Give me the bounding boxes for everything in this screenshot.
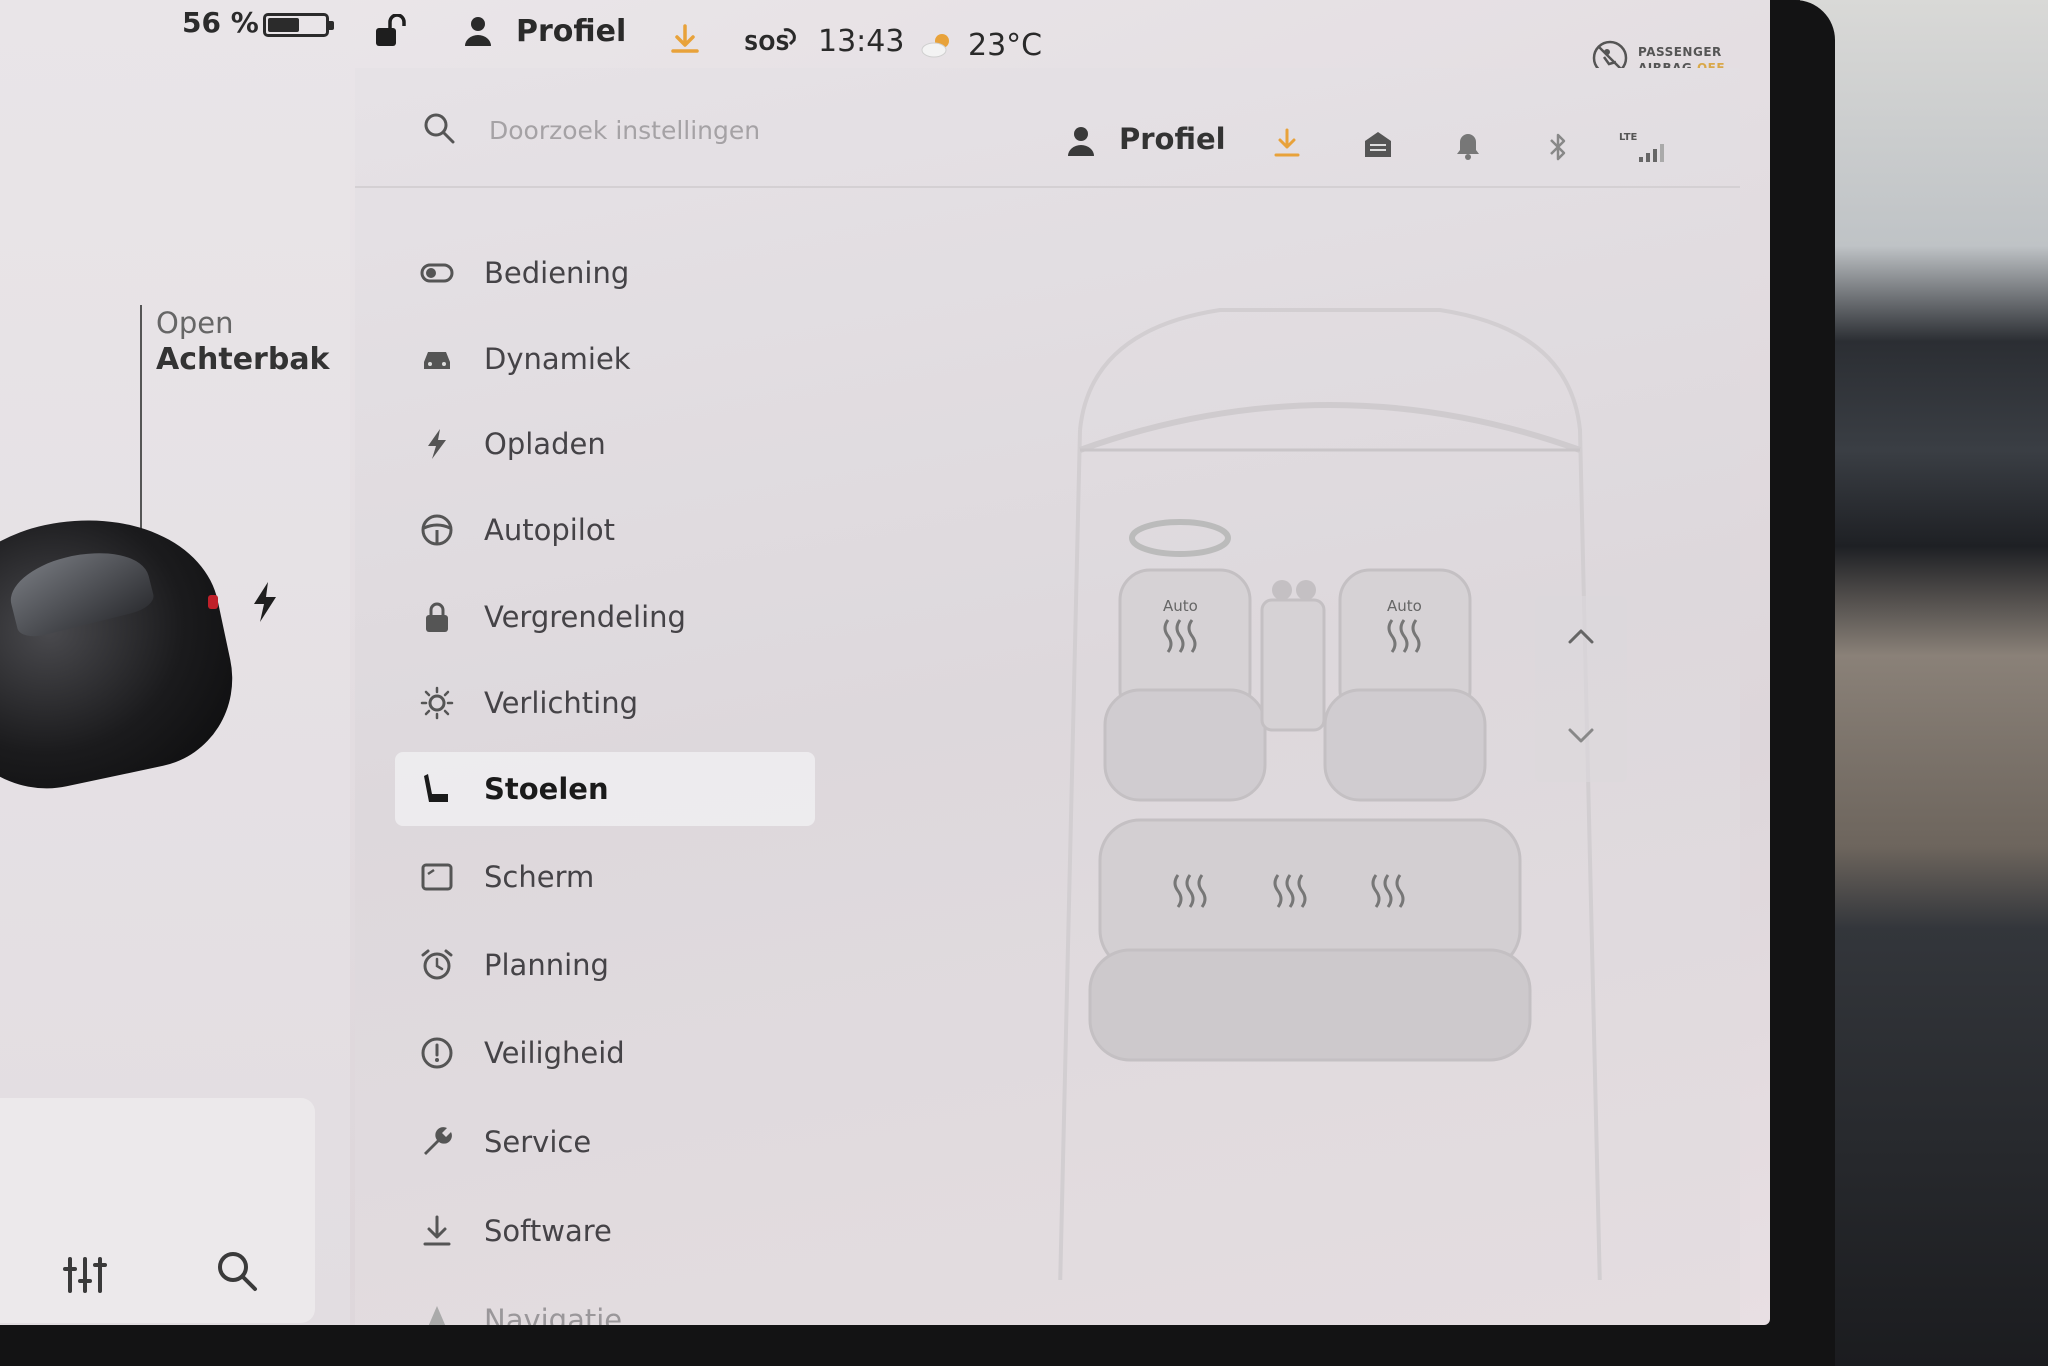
toggle-icon: [420, 263, 454, 283]
profile-label[interactable]: Profiel: [1119, 122, 1226, 156]
controls-icon[interactable]: [62, 1255, 108, 1295]
trunk-indicator-line: [140, 305, 142, 530]
menu-item-bediening[interactable]: Bediening: [420, 236, 840, 310]
garage-icon[interactable]: [1363, 130, 1393, 158]
display-icon: [421, 863, 453, 891]
clock: 13:43: [818, 24, 905, 59]
navigation-icon: [428, 1306, 446, 1325]
trunk-open-label[interactable]: Open: [156, 306, 233, 340]
scroll-controls: [1535, 596, 1627, 782]
download-icon[interactable]: [1273, 128, 1301, 158]
car-interior-background: [1800, 0, 2048, 1366]
menu-item-software[interactable]: Software: [420, 1194, 840, 1268]
front-left-seat-auto-label: Auto: [1163, 597, 1198, 615]
profile-icon[interactable]: [464, 16, 492, 46]
battery-percent: 56 %: [182, 6, 259, 39]
settings-search-input[interactable]: [489, 110, 1009, 150]
svg-text:SOS: SOS: [744, 31, 790, 55]
menu-item-planning[interactable]: Planning: [420, 928, 840, 1002]
front-right-seat-auto-label: Auto: [1387, 597, 1422, 615]
menu-item-veiligheid[interactable]: Veiligheid: [420, 1016, 840, 1090]
vehicle-panel: 56 % Open Achterbak: [0, 0, 350, 1325]
menu-item-stoelen[interactable]: Stoelen: [395, 752, 815, 826]
search-icon[interactable]: [216, 1250, 258, 1292]
car-icon: [424, 352, 450, 369]
settings-header: Profiel LTE: [355, 68, 1740, 188]
alarm-clock-icon: [421, 949, 453, 980]
battery-icon: [263, 13, 334, 37]
sun-icon: [420, 686, 454, 720]
charge-port-icon[interactable]: [252, 582, 278, 622]
menu-item-navigatie[interactable]: Navigatie: [420, 1283, 840, 1325]
menu-item-service[interactable]: Service: [420, 1105, 840, 1179]
battery-level-fill: [268, 18, 299, 32]
car-image: [0, 493, 249, 807]
car-taillight: [208, 595, 218, 609]
menu-item-vergrendeling[interactable]: Vergrendeling: [420, 580, 840, 654]
sos-icon[interactable]: SOS: [744, 24, 800, 56]
seat-icon: [424, 774, 448, 802]
chevron-up-icon[interactable]: [1566, 626, 1596, 646]
steering-wheel-icon: [421, 514, 453, 546]
menu-item-scherm[interactable]: Scherm: [420, 840, 840, 914]
menu-item-dynamiek[interactable]: Dynamiek: [420, 322, 840, 396]
lightning-icon: [428, 429, 446, 459]
touchscreen: 56 % Open Achterbak Profiel SOS 13:43 23…: [0, 0, 1770, 1325]
chevron-down-icon[interactable]: [1566, 726, 1596, 746]
partly-cloudy-icon: [921, 34, 949, 58]
trunk-label[interactable]: Achterbak: [156, 342, 330, 377]
search-icon[interactable]: [423, 112, 455, 144]
lte-signal-icon: LTE: [1619, 132, 1669, 164]
rear-bench-seat[interactable]: [1088, 818, 1532, 1062]
bell-icon[interactable]: [1455, 132, 1481, 160]
download-icon: [423, 1215, 451, 1246]
menu-item-verlichting[interactable]: Verlichting: [420, 666, 840, 740]
profile-label[interactable]: Profiel: [516, 14, 626, 49]
menu-item-opladen[interactable]: Opladen: [420, 407, 840, 481]
menu-item-autopilot[interactable]: Autopilot: [420, 493, 840, 567]
quick-controls-card: [0, 1098, 315, 1323]
unlock-icon[interactable]: [374, 14, 406, 48]
seat-heater-diagram: [1058, 308, 1602, 1280]
outside-temperature: 23°C: [968, 28, 1043, 63]
wrench-icon: [424, 1127, 452, 1155]
profile-icon[interactable]: [1067, 126, 1095, 156]
alert-circle-icon: [421, 1037, 453, 1069]
lock-icon: [426, 602, 448, 632]
download-icon[interactable]: [670, 24, 700, 54]
bluetooth-icon[interactable]: [1547, 132, 1569, 162]
